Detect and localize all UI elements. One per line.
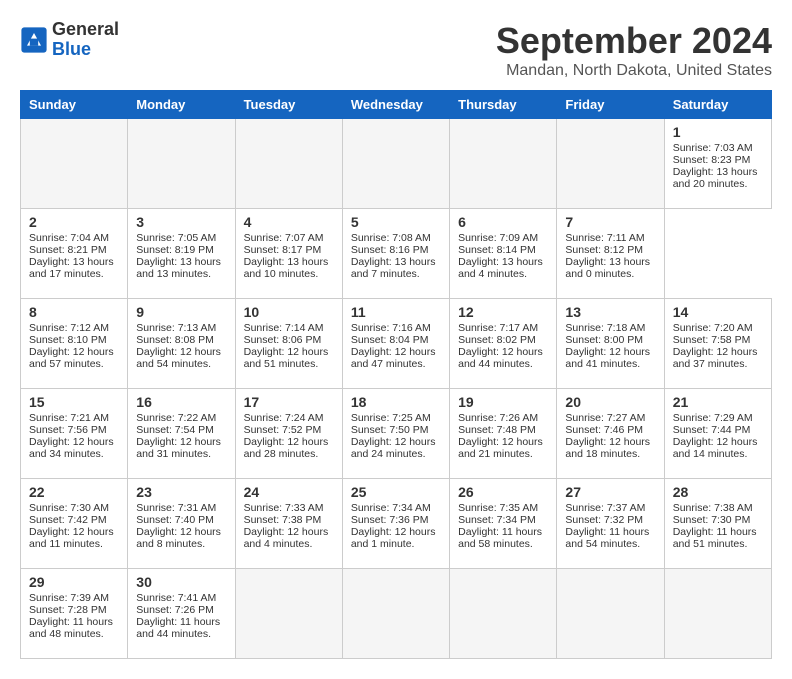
day-cell-4: 4 Sunrise: 7:07 AM Sunset: 8:17 PM Dayli… [235, 209, 342, 299]
logo-icon [20, 26, 48, 54]
day-cell-9: 9 Sunrise: 7:13 AM Sunset: 8:08 PM Dayli… [128, 299, 235, 389]
day-cell-13: 13 Sunrise: 7:18 AM Sunset: 8:00 PM Dayl… [557, 299, 664, 389]
day-cell-18: 18 Sunrise: 7:25 AM Sunset: 7:50 PM Dayl… [342, 389, 449, 479]
week-row-4: 15 Sunrise: 7:21 AM Sunset: 7:56 PM Dayl… [21, 389, 772, 479]
day-cell-11: 11 Sunrise: 7:16 AM Sunset: 8:04 PM Dayl… [342, 299, 449, 389]
day-cell-21: 21 Sunrise: 7:29 AM Sunset: 7:44 PM Dayl… [664, 389, 771, 479]
day-cell-24: 24 Sunrise: 7:33 AM Sunset: 7:38 PM Dayl… [235, 479, 342, 569]
empty-cell [342, 569, 449, 659]
day-cell-26: 26 Sunrise: 7:35 AM Sunset: 7:34 PM Dayl… [450, 479, 557, 569]
day-cell-23: 23 Sunrise: 7:31 AM Sunset: 7:40 PM Dayl… [128, 479, 235, 569]
empty-cell [235, 569, 342, 659]
day-cell-5: 5 Sunrise: 7:08 AM Sunset: 8:16 PM Dayli… [342, 209, 449, 299]
logo-text: General Blue [52, 20, 119, 60]
empty-cell [557, 119, 664, 209]
week-row-1: 1 Sunrise: 7:03 AM Sunset: 8:23 PM Dayli… [21, 119, 772, 209]
day-cell-19: 19 Sunrise: 7:26 AM Sunset: 7:48 PM Dayl… [450, 389, 557, 479]
day-cell-12: 12 Sunrise: 7:17 AM Sunset: 8:02 PM Dayl… [450, 299, 557, 389]
day-cell-16: 16 Sunrise: 7:22 AM Sunset: 7:54 PM Dayl… [128, 389, 235, 479]
day-header-tuesday: Tuesday [235, 91, 342, 119]
title-area: September 2024 Mandan, North Dakota, Uni… [496, 20, 772, 80]
day-cell-7: 7 Sunrise: 7:11 AM Sunset: 8:12 PM Dayli… [557, 209, 664, 299]
empty-cell [664, 569, 771, 659]
day-cell-28: 28 Sunrise: 7:38 AM Sunset: 7:30 PM Dayl… [664, 479, 771, 569]
day-cell-14: 14 Sunrise: 7:20 AM Sunset: 7:58 PM Dayl… [664, 299, 771, 389]
day-cell-2: 2 Sunrise: 7:04 AM Sunset: 8:21 PM Dayli… [21, 209, 128, 299]
day-cell-27: 27 Sunrise: 7:37 AM Sunset: 7:32 PM Dayl… [557, 479, 664, 569]
day-header-friday: Friday [557, 91, 664, 119]
month-title: September 2024 [496, 20, 772, 62]
empty-cell [342, 119, 449, 209]
empty-cell [557, 569, 664, 659]
day-cell-29: 29 Sunrise: 7:39 AM Sunset: 7:28 PM Dayl… [21, 569, 128, 659]
day-cell-15: 15 Sunrise: 7:21 AM Sunset: 7:56 PM Dayl… [21, 389, 128, 479]
day-header-thursday: Thursday [450, 91, 557, 119]
day-cell-8: 8 Sunrise: 7:12 AM Sunset: 8:10 PM Dayli… [21, 299, 128, 389]
week-row-3: 8 Sunrise: 7:12 AM Sunset: 8:10 PM Dayli… [21, 299, 772, 389]
day-cell-10: 10 Sunrise: 7:14 AM Sunset: 8:06 PM Dayl… [235, 299, 342, 389]
day-header-monday: Monday [128, 91, 235, 119]
day-cell-6: 6 Sunrise: 7:09 AM Sunset: 8:14 PM Dayli… [450, 209, 557, 299]
week-row-2: 2 Sunrise: 7:04 AM Sunset: 8:21 PM Dayli… [21, 209, 772, 299]
page-header: General Blue September 2024 Mandan, Nort… [20, 20, 772, 80]
day-cell-20: 20 Sunrise: 7:27 AM Sunset: 7:46 PM Dayl… [557, 389, 664, 479]
empty-cell [235, 119, 342, 209]
day-cell-1: 1 Sunrise: 7:03 AM Sunset: 8:23 PM Dayli… [664, 119, 771, 209]
day-cell-17: 17 Sunrise: 7:24 AM Sunset: 7:52 PM Dayl… [235, 389, 342, 479]
day-header-sunday: Sunday [21, 91, 128, 119]
day-cell-25: 25 Sunrise: 7:34 AM Sunset: 7:36 PM Dayl… [342, 479, 449, 569]
location-title: Mandan, North Dakota, United States [496, 62, 772, 80]
empty-cell [128, 119, 235, 209]
empty-cell [450, 569, 557, 659]
day-cell-30: 30 Sunrise: 7:41 AM Sunset: 7:26 PM Dayl… [128, 569, 235, 659]
day-header-wednesday: Wednesday [342, 91, 449, 119]
logo: General Blue [20, 20, 119, 60]
day-cell-22: 22 Sunrise: 7:30 AM Sunset: 7:42 PM Dayl… [21, 479, 128, 569]
week-row-5: 22 Sunrise: 7:30 AM Sunset: 7:42 PM Dayl… [21, 479, 772, 569]
empty-cell [450, 119, 557, 209]
calendar-table: SundayMondayTuesdayWednesdayThursdayFrid… [20, 90, 772, 659]
week-row-6: 29 Sunrise: 7:39 AM Sunset: 7:28 PM Dayl… [21, 569, 772, 659]
day-header-saturday: Saturday [664, 91, 771, 119]
empty-cell [21, 119, 128, 209]
day-cell-3: 3 Sunrise: 7:05 AM Sunset: 8:19 PM Dayli… [128, 209, 235, 299]
